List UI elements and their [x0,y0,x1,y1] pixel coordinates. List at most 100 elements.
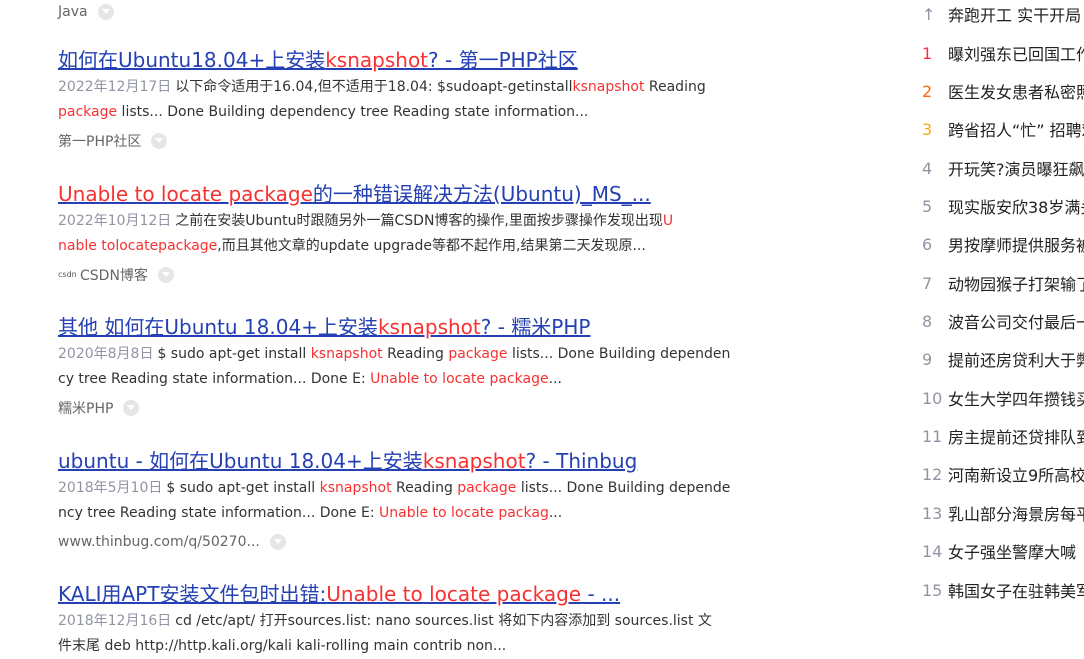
chevron-down-icon[interactable] [157,267,174,283]
source-label: www.thinbug.com/q/50270... [58,534,260,550]
hot-item[interactable]: 11 房主提前还贷排队到 [918,424,1084,448]
csdn-logo-icon: csdn [58,270,77,279]
abstract-line: 2018年12月16日 cd /etc/apt/ 打开sources.list: … [58,609,738,634]
result-title-link[interactable]: ubuntu - 如何在Ubuntu 18.04+上安装ksnapshot? -… [58,448,738,474]
hot-item-pinned[interactable]: ↑ 奔跑开工 实干开局 [918,2,1081,26]
result-abstract: 2022年12月17日 以下命令适用于16.04,但不适用于18.04: $sud… [58,75,738,125]
hot-rank: 3 [922,119,933,139]
result-title-link[interactable]: Unable to locate package的一种错误解决方法(Ubuntu… [58,181,738,207]
abstract-line: 2022年12月17日 以下命令适用于16.04,但不适用于18.04: $sud… [58,75,738,100]
hot-text: 曝刘强东已回国工作 [948,45,1084,64]
hot-item[interactable]: 3 跨省招人“忙” 招聘难 [918,117,1084,141]
text-fragment: $ sudo apt-get install [157,346,311,362]
result-source[interactable]: Java [58,2,738,22]
abstract-line: package lists... Done Building dependenc… [58,100,738,125]
result-abstract: 2018年12月16日 cd /etc/apt/ 打开sources.list: … [58,609,738,659]
result-date: 2020年8月8日 [58,346,154,362]
result-item: 其他 如何在Ubuntu 18.04+上安装ksnapshot? - 糯米PHP… [58,314,738,418]
abstract-line: 2022年10月12日 之前在安装Ubuntu时跟随另外一篇CSDN博客的操作,里… [58,209,738,234]
hot-text: 动物园猴子打架输了 [948,275,1084,294]
hot-item[interactable]: 14 女子强坐警摩大喊 [918,539,1076,563]
result-item: 如何在Ubuntu18.04+上安装ksnapshot? - 第一PHP社区 2… [58,47,738,151]
hot-item[interactable]: 8 波音公司交付最后一 [918,309,1084,333]
abstract-line: 2020年8月8日 $ sudo apt-get install ksnapsho… [58,342,738,367]
text-fragment: ... [548,371,562,387]
hot-search-list: ↑ 奔跑开工 实干开局 1 曝刘强东已回国工作 2 医生发女患者私密照 3 跨省招人“… [918,0,1084,656]
text-fragment: ? - 糯米PHP [480,315,591,339]
chevron-down-icon[interactable] [151,133,168,149]
chevron-down-icon[interactable] [97,4,114,20]
text-fragment: 其他 如何在Ubuntu 18.04+上安装 [58,315,378,339]
result-source[interactable]: 糯米PHP [58,398,738,418]
result-abstract: 2018年5月10日 $ sudo apt-get install ksnapsh… [58,476,738,526]
hot-text: 医生发女患者私密照 [948,83,1084,102]
text-fragment: $ sudo apt-get install [166,480,320,496]
text-fragment: package [58,104,118,120]
hot-item[interactable]: 7 动物园猴子打架输了 [918,271,1084,295]
hot-rank: 15 [922,580,943,600]
text-fragment: ? - 第一PHP社区 [428,48,578,72]
hot-text: 女子强坐警摩大喊 [948,543,1077,562]
result-abstract: 2022年10月12日 之前在安装Ubuntu时跟随另外一篇CSDN博客的操作,里… [58,209,738,259]
hot-item[interactable]: 15 韩国女子在驻韩美军 [918,578,1084,602]
result-item: KALI用APT安装文件包时出错:Unable to locate packag… [58,581,738,659]
result-source[interactable]: 第一PHP社区 [58,131,738,151]
text-fragment: Unable to locate package [326,582,582,606]
text-fragment: nable tolocatepackage [58,238,218,254]
hot-item[interactable]: 9 提前还房贷利大于弊 [918,347,1084,371]
hot-rank: 4 [922,158,933,178]
text-fragment: 如何在Ubuntu18.04+上安装 [58,48,326,72]
text-fragment: ksnapshot [325,48,429,72]
hot-rank: 13 [922,503,943,523]
result-source[interactable]: www.thinbug.com/q/50270... [58,532,738,552]
hot-text: 男按摩师提供服务被 [948,236,1084,255]
abstract-line: 件末尾 deb http://http.kali.org/kali kali-r… [58,634,738,659]
abstract-line: 2018年5月10日 $ sudo apt-get install ksnapsh… [58,476,738,501]
hot-item[interactable]: 4 开玩笑?演员曝狂飙 [918,156,1084,180]
result-title-link[interactable]: 如何在Ubuntu18.04+上安装ksnapshot? - 第一PHP社区 [58,47,738,73]
hot-item[interactable]: 2 医生发女患者私密照 [918,79,1084,103]
text-fragment: lists... Done Building dependency tree R… [117,104,589,120]
hot-item[interactable]: 1 曝刘强东已回国工作 [918,41,1084,65]
text-fragment: package [448,346,508,362]
hot-rank: 12 [922,464,943,484]
text-fragment: ksnapshot [572,79,645,95]
hot-item[interactable]: 10 女生大学四年攒钱买 [918,386,1084,410]
hot-rank: 11 [922,426,943,446]
hot-text: 现实版安欣38岁满头 [948,198,1084,217]
text-fragment: ... [548,505,563,521]
pin-top-icon: ↑ [922,4,936,24]
result-date: 2022年12月17日 [58,79,172,95]
text-fragment: Reading [382,346,449,362]
text-fragment: 以下命令适用于16.04,但不适用于18.04: $sudoapt-getins… [175,79,573,95]
text-fragment: U [662,213,674,229]
hot-rank: 7 [922,273,933,293]
hot-item[interactable]: 5 现实版安欣38岁满头 [918,194,1084,218]
text-fragment: Unable to locate package [370,371,549,387]
hot-text: 乳山部分海景房每平 [948,505,1084,524]
result-title-link[interactable]: 其他 如何在Ubuntu 18.04+上安装ksnapshot? - 糯米PHP [58,314,738,340]
result-abstract: 2020年8月8日 $ sudo apt-get install ksnapsho… [58,342,738,392]
text-fragment: cd /etc/apt/ 打开sources.list: nano source… [175,613,712,629]
hot-rank: 10 [922,388,943,408]
abstract-line: ncy tree Reading state information... Do… [58,501,738,526]
hot-text: 女生大学四年攒钱买 [948,390,1084,409]
hot-text: 河南新设立9所高校 [948,466,1084,485]
chevron-down-icon[interactable] [269,534,286,550]
text-fragment: lists... Done Building dependen [507,346,731,362]
chevron-down-icon[interactable] [123,400,140,416]
text-fragment: 件末尾 deb http://http.kali.org/kali kali-r… [58,638,507,654]
text-fragment: cy tree Reading state information... Don… [58,371,371,387]
text-fragment: ksnapshot [319,480,392,496]
source-label: Java [58,4,88,20]
result-title-link[interactable]: KALI用APT安装文件包时出错:Unable to locate packag… [58,581,738,607]
hot-rank: 6 [922,234,933,254]
text-fragment: KALI用APT安装文件包时出错: [58,582,327,606]
result-source[interactable]: csdn CSDN博客 [58,265,738,285]
text-fragment: Unable to locate packag [379,505,549,521]
hot-rank: 8 [922,311,933,331]
source-label: 糯米PHP [58,401,114,417]
hot-item[interactable]: 12 河南新设立9所高校 [918,462,1084,486]
hot-item[interactable]: 6 男按摩师提供服务被 [918,232,1084,256]
hot-item[interactable]: 13 乳山部分海景房每平 [918,501,1084,525]
